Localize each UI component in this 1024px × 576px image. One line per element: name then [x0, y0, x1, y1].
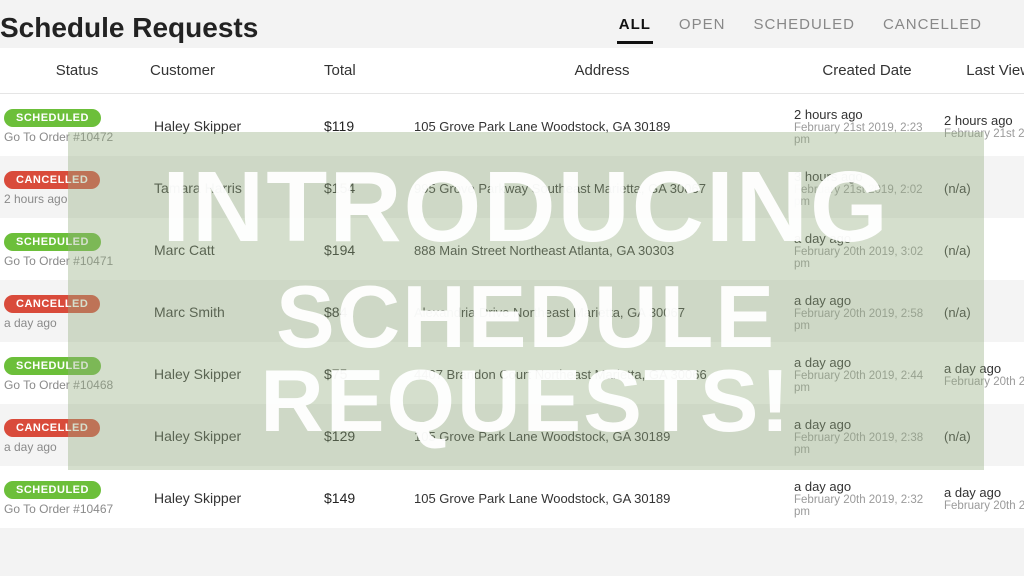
row-created: a day agoFebruary 20th 2019, 2:58 pm	[790, 293, 940, 332]
table-row[interactable]: 5SCHEDULEDGo To Order #10472Haley Skippe…	[0, 94, 1024, 156]
row-status: CANCELLED 2 hours ago	[0, 171, 150, 206]
row-created: 2 hours agoFebruary 21st 2019, 2:23 pm	[790, 107, 940, 146]
row-last-viewed: 2 hours agoFebruary 21st 201	[940, 113, 1024, 140]
table-row[interactable]: CANCELLED a day ago Haley Skipper$129105 G…	[0, 404, 1024, 466]
page-title: Schedule Requests	[0, 12, 258, 44]
row-last-viewed: a day agoFebruary 20th 201	[940, 485, 1024, 512]
tab-cancelled[interactable]: CANCELLED	[881, 10, 984, 44]
row-last-viewed: (n/a)	[940, 305, 1024, 320]
row-total: $129	[320, 428, 410, 444]
header: Schedule Requests ALL OPEN SCHEDULED CAN…	[0, 0, 1024, 48]
row-customer: Marc Catt	[150, 242, 320, 258]
row-total: $119	[320, 118, 410, 134]
row-created: 3 hours agoFebruary 21st 2019, 2:02 pm	[790, 169, 940, 208]
row-last-viewed: (n/a)	[940, 429, 1024, 444]
row-total: $75	[320, 366, 410, 382]
status-subline[interactable]: Go To Order #10467	[4, 502, 113, 516]
col-last-viewed[interactable]: Last Viewed	[940, 62, 1024, 79]
col-address[interactable]: Address	[410, 62, 790, 79]
col-created[interactable]: Created Date	[790, 62, 940, 79]
status-subline: 2 hours ago	[4, 192, 67, 206]
table-row[interactable]: SCHEDULED Go To Order #10467 Haley Skipper…	[0, 466, 1024, 528]
status-subline: a day ago	[4, 316, 57, 330]
row-total: $84	[320, 304, 410, 320]
table-row[interactable]: CANCELLED a day ago Marc Smith$84Alexandri…	[0, 280, 1024, 342]
row-status: SCHEDULED Go To Order #10467	[0, 481, 150, 516]
filter-tabs: ALL OPEN SCHEDULED CANCELLED	[617, 10, 1024, 44]
tab-scheduled[interactable]: SCHEDULED	[751, 10, 857, 44]
row-status: CANCELLED a day ago	[0, 419, 150, 454]
row-address: 888 Main Street Northeast Atlanta, GA 30…	[410, 243, 790, 258]
row-address: 995 Grove Parkway Southeast Marietta, GA…	[410, 181, 790, 196]
page-root: Schedule Requests ALL OPEN SCHEDULED CAN…	[0, 0, 1024, 576]
status-badge: CANCELLED	[4, 295, 100, 313]
row-address: 105 Grove Park Lane Woodstock, GA 30189	[410, 429, 790, 444]
col-customer[interactable]: Customer	[150, 62, 320, 79]
tab-all[interactable]: ALL	[617, 10, 653, 44]
table-row[interactable]: 2SCHEDULEDGo To Order #10471Marc Catt$19…	[0, 218, 1024, 280]
status-subline[interactable]: Go To Order #10468	[4, 378, 113, 392]
status-badge: CANCELLED	[4, 419, 100, 437]
row-status: SCHEDULED Go To Order #10471	[0, 233, 150, 268]
row-customer: Haley Skipper	[150, 118, 320, 134]
row-created: a day agoFebruary 20th 2019, 2:44 pm	[790, 355, 940, 394]
row-address: 105 Grove Park Lane Woodstock, GA 30189	[410, 119, 790, 134]
status-badge: SCHEDULED	[4, 233, 101, 251]
row-address: 105 Grove Park Lane Woodstock, GA 30189	[410, 491, 790, 506]
table-header: ID Status Customer Total Address Created…	[0, 48, 1024, 94]
status-badge: SCHEDULED	[4, 357, 101, 375]
row-created: a day agoFebruary 20th 2019, 2:38 pm	[790, 417, 940, 456]
status-badge: SCHEDULED	[4, 109, 101, 127]
row-customer: Haley Skipper	[150, 428, 320, 444]
row-status: SCHEDULED Go To Order #10468	[0, 357, 150, 392]
row-status: SCHEDULED Go To Order #10472	[0, 109, 150, 144]
row-customer: Haley Skipper	[150, 490, 320, 506]
row-address: Alexandria Drive Northeast Marietta, GA …	[410, 305, 790, 320]
row-customer: Haley Skipper	[150, 366, 320, 382]
row-customer: Tamara Harris	[150, 180, 320, 196]
status-subline: a day ago	[4, 440, 57, 454]
col-status[interactable]: Status	[0, 62, 150, 79]
row-address: 4407 Brandon Court Northeast Marietta, G…	[410, 367, 790, 382]
tab-open[interactable]: OPEN	[677, 10, 728, 44]
row-last-viewed: (n/a)	[940, 181, 1024, 196]
row-last-viewed: (n/a)	[940, 243, 1024, 258]
row-total: $194	[320, 242, 410, 258]
status-subline[interactable]: Go To Order #10472	[4, 130, 113, 144]
row-last-viewed: a day agoFebruary 20th 201	[940, 361, 1024, 388]
row-total: $154	[320, 180, 410, 196]
col-total[interactable]: Total	[320, 62, 410, 79]
row-created: a day agoFebruary 20th 2019, 3:02 pm	[790, 231, 940, 270]
row-total: $149	[320, 490, 410, 506]
requests-table: ID Status Customer Total Address Created…	[0, 48, 1024, 528]
row-status: CANCELLED a day ago	[0, 295, 150, 330]
status-subline[interactable]: Go To Order #10471	[4, 254, 113, 268]
table-body: 5SCHEDULEDGo To Order #10472Haley Skippe…	[0, 94, 1024, 528]
row-created: a day agoFebruary 20th 2019, 2:32 pm	[790, 479, 940, 518]
row-customer: Marc Smith	[150, 304, 320, 320]
status-badge: SCHEDULED	[4, 481, 101, 499]
table-row[interactable]: SCHEDULED Go To Order #10468 Haley Skipper…	[0, 342, 1024, 404]
table-row[interactable]: 3CANCELLED2 hours agoTamara Harris$15499…	[0, 156, 1024, 218]
status-badge: CANCELLED	[4, 171, 100, 189]
